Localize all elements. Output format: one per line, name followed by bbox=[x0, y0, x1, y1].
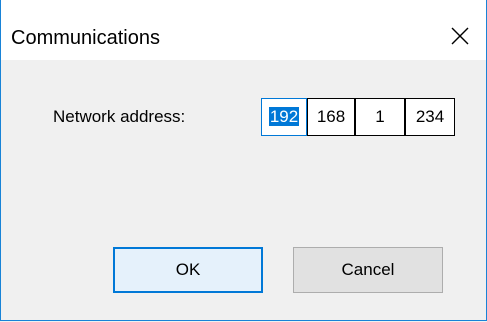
close-button[interactable] bbox=[434, 14, 486, 58]
close-icon bbox=[451, 27, 469, 45]
network-address-label: Network address: bbox=[53, 107, 186, 126]
title-bar: Communications bbox=[1, 0, 486, 60]
ip-octet-2-input[interactable]: 168 bbox=[307, 98, 355, 136]
ip-octet-3-input[interactable]: 1 bbox=[355, 98, 405, 136]
ip-octet-1-input[interactable]: 192 bbox=[261, 98, 307, 136]
ok-button[interactable]: OK bbox=[113, 247, 263, 293]
ip-octet-1-selected-text: 192 bbox=[268, 107, 300, 126]
cancel-button[interactable]: Cancel bbox=[293, 247, 443, 293]
ip-octet-4-input[interactable]: 234 bbox=[405, 98, 455, 136]
window-title: Communications bbox=[11, 27, 160, 49]
communications-dialog: Communications Network address: 192 168 … bbox=[0, 0, 487, 321]
